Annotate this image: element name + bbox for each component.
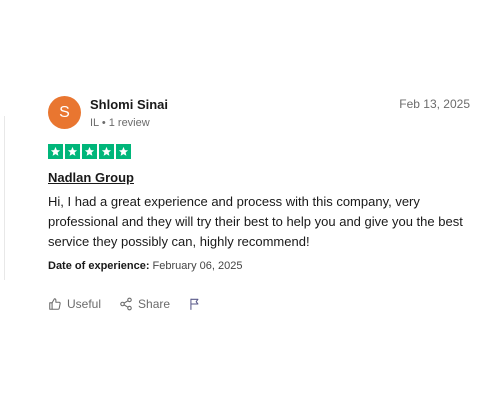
review-page: S Shlomi Sinai IL • 1 review Feb 13, 202… — [0, 0, 500, 400]
date-of-experience-label: Date of experience: — [48, 260, 150, 272]
review-actions: Useful Share — [48, 297, 202, 311]
review-title[interactable]: Nadlan Group — [48, 170, 134, 185]
flag-icon — [188, 297, 202, 311]
report-button[interactable] — [188, 297, 202, 311]
share-button[interactable]: Share — [119, 297, 170, 311]
star-icon — [65, 144, 80, 159]
star-icon — [82, 144, 97, 159]
star-icon — [99, 144, 114, 159]
date-of-experience: Date of experience: February 06, 2025 — [48, 260, 242, 272]
star-rating — [48, 144, 131, 159]
review-body: Hi, I had a great experience and process… — [48, 194, 463, 249]
left-panel-edge — [0, 116, 5, 280]
avatar[interactable]: S — [48, 96, 81, 129]
review-header: S Shlomi Sinai IL • 1 review Feb 13, 202… — [48, 92, 470, 132]
star-icon — [116, 144, 131, 159]
thumbs-up-icon — [48, 297, 62, 311]
share-label: Share — [138, 297, 171, 311]
star-icon — [48, 144, 63, 159]
useful-button[interactable]: Useful — [48, 297, 101, 311]
date-of-experience-value: February 06, 2025 — [152, 260, 243, 272]
reviewer-meta: IL • 1 review — [90, 117, 150, 129]
useful-label: Useful — [67, 297, 102, 311]
share-icon — [119, 297, 133, 311]
review-card: S Shlomi Sinai IL • 1 review Feb 13, 202… — [48, 92, 470, 311]
review-date: Feb 13, 2025 — [399, 97, 470, 111]
reviewer-name[interactable]: Shlomi Sinai — [90, 97, 168, 112]
